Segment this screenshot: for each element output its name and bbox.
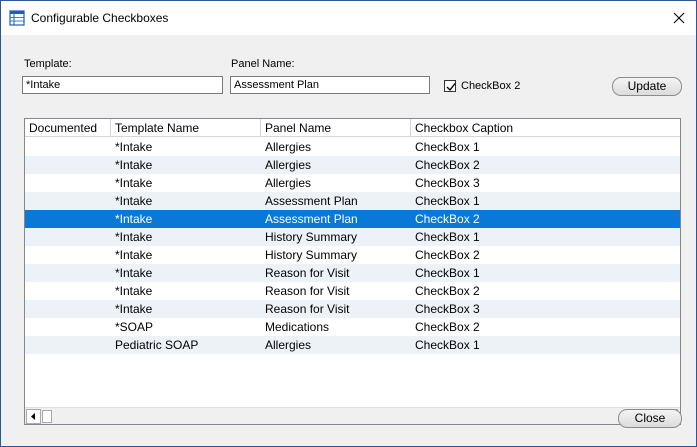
table-row[interactable]: *Intake Allergies CheckBox 2 xyxy=(25,156,680,174)
table-row[interactable]: *Intake Reason for Visit CheckBox 2 xyxy=(25,282,680,300)
window-title: Configurable Checkboxes xyxy=(31,11,169,25)
checkmark-icon xyxy=(446,83,456,92)
grid-header: Documented Template Name Panel Name Chec… xyxy=(25,119,680,137)
template-field[interactable] xyxy=(22,76,223,94)
cell-template-name: *Intake xyxy=(115,176,153,190)
cell-panel-name: Assessment Plan xyxy=(265,194,358,208)
cell-template-name: *Intake xyxy=(115,248,153,262)
cell-checkbox-caption: CheckBox 2 xyxy=(415,284,480,298)
cell-documented xyxy=(25,192,29,210)
cell-checkbox-caption: CheckBox 3 xyxy=(415,302,480,316)
cell-documented xyxy=(25,264,29,282)
cell-checkbox-caption: CheckBox 2 xyxy=(415,248,480,262)
cell-checkbox-caption: CheckBox 1 xyxy=(415,266,480,280)
cell-documented xyxy=(25,210,29,228)
table-row[interactable]: *Intake History Summary CheckBox 1 xyxy=(25,228,680,246)
cell-panel-name: Allergies xyxy=(265,338,312,352)
column-header-panel-name[interactable]: Panel Name xyxy=(261,119,411,137)
cell-checkbox-caption: CheckBox 1 xyxy=(415,140,480,154)
column-header-template-name[interactable]: Template Name xyxy=(111,119,261,137)
close-button[interactable]: Close xyxy=(618,409,682,428)
close-icon[interactable] xyxy=(668,7,690,29)
cell-documented xyxy=(25,336,29,354)
cell-documented xyxy=(25,174,29,192)
cell-template-name: *Intake xyxy=(115,140,153,154)
cell-panel-name: Reason for Visit xyxy=(265,302,350,316)
cell-checkbox-caption: CheckBox 3 xyxy=(415,176,480,190)
cell-checkbox-caption: CheckBox 1 xyxy=(415,194,480,208)
table-row[interactable]: *Intake Reason for Visit CheckBox 3 xyxy=(25,300,680,318)
table-row[interactable]: *Intake Reason for Visit CheckBox 1 xyxy=(25,264,680,282)
panel-name-field[interactable] xyxy=(230,76,430,94)
cell-panel-name: History Summary xyxy=(265,230,358,244)
cell-checkbox-caption: CheckBox 1 xyxy=(415,230,480,244)
cell-panel-name: Assessment Plan xyxy=(265,212,358,226)
cell-panel-name: Allergies xyxy=(265,158,312,172)
cell-checkbox-caption: CheckBox 2 xyxy=(415,158,480,172)
cell-panel-name: Reason for Visit xyxy=(265,284,350,298)
cell-template-name: *Intake xyxy=(115,302,153,316)
column-header-checkbox-caption[interactable]: Checkbox Caption xyxy=(411,119,680,137)
table-row[interactable]: *Intake Assessment Plan CheckBox 1 xyxy=(25,192,680,210)
cell-panel-name: Medications xyxy=(265,320,330,334)
dialog-body: Template: Panel Name: CheckBox 2 Update … xyxy=(1,35,696,446)
cell-documented xyxy=(25,318,29,336)
scroll-thumb[interactable] xyxy=(42,410,52,423)
cell-checkbox-caption: CheckBox 2 xyxy=(415,212,480,226)
cell-documented xyxy=(25,156,29,174)
cell-panel-name: Reason for Visit xyxy=(265,266,350,280)
cell-template-name: Pediatric SOAP xyxy=(115,338,199,352)
table-row[interactable]: *Intake Allergies CheckBox 1 xyxy=(25,138,680,156)
checkbox-2-label: CheckBox 2 xyxy=(461,80,521,92)
panel-name-label: Panel Name: xyxy=(231,58,295,70)
cell-documented xyxy=(25,300,29,318)
table-row[interactable]: Pediatric SOAP Allergies CheckBox 1 xyxy=(25,336,680,354)
cell-documented xyxy=(25,246,29,264)
checkbox-2-control[interactable]: CheckBox 2 xyxy=(444,78,520,94)
cell-panel-name: Allergies xyxy=(265,140,312,154)
title-bar: Configurable Checkboxes xyxy=(1,1,696,35)
update-button[interactable]: Update xyxy=(612,77,682,96)
cell-documented xyxy=(25,228,29,246)
checkbox-2[interactable] xyxy=(444,80,456,92)
cell-documented xyxy=(25,282,29,300)
table-row[interactable]: *Intake Assessment Plan CheckBox 2 xyxy=(25,210,680,228)
table-icon xyxy=(9,10,25,26)
cell-template-name: *Intake xyxy=(115,230,153,244)
horizontal-scrollbar[interactable] xyxy=(25,407,680,424)
cell-template-name: *Intake xyxy=(115,284,153,298)
checkbox-grid[interactable]: Documented Template Name Panel Name Chec… xyxy=(24,118,681,425)
cell-panel-name: Allergies xyxy=(265,176,312,190)
template-label: Template: xyxy=(24,58,72,70)
table-row[interactable]: *Intake Allergies CheckBox 3 xyxy=(25,174,680,192)
cell-template-name: *Intake xyxy=(115,212,153,226)
cell-template-name: *Intake xyxy=(115,158,153,172)
cell-panel-name: History Summary xyxy=(265,248,358,262)
cell-documented xyxy=(25,138,29,156)
table-row[interactable]: *SOAP Medications CheckBox 2 xyxy=(25,318,680,336)
column-header-documented[interactable]: Documented xyxy=(25,119,111,137)
cell-template-name: *Intake xyxy=(115,266,153,280)
cell-template-name: *Intake xyxy=(115,194,153,208)
cell-template-name: *SOAP xyxy=(115,320,154,334)
cell-checkbox-caption: CheckBox 2 xyxy=(415,320,480,334)
cell-checkbox-caption: CheckBox 1 xyxy=(415,338,480,352)
scroll-left-icon[interactable] xyxy=(26,409,41,424)
dialog-window: Configurable Checkboxes Template: Panel … xyxy=(0,0,697,447)
table-row[interactable]: *Intake History Summary CheckBox 2 xyxy=(25,246,680,264)
